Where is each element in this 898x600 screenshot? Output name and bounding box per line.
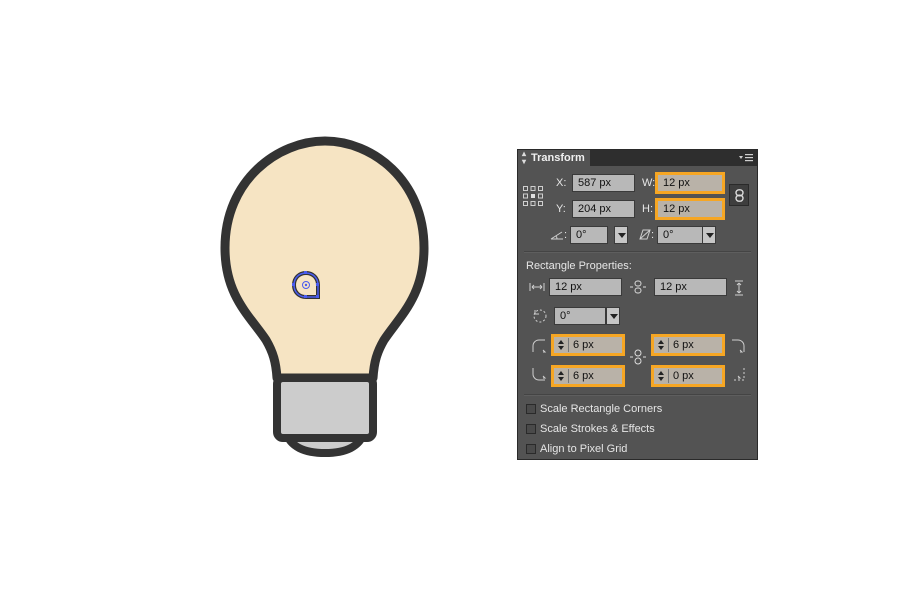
h-field[interactable]: 12 px [655, 198, 725, 220]
corner-top-left-field[interactable]: 6 px [551, 334, 625, 356]
corner-top-left-value: 6 px [573, 339, 594, 351]
panel-menu-icon[interactable] [739, 154, 753, 162]
corner-bottom-right-value: 0 px [673, 370, 694, 382]
corner-bottom-left-stepper[interactable] [555, 369, 569, 383]
corner-top-right-field[interactable]: 6 px [651, 334, 725, 356]
x-field[interactable]: 587 px [572, 174, 635, 192]
scale-strokes-effects-label[interactable]: Scale Strokes & Effects [540, 422, 655, 436]
align-to-pixel-grid-checkbox[interactable] [526, 444, 536, 454]
corner-top-left-icon [532, 339, 547, 353]
w-label: W: [642, 177, 656, 189]
transform-panel: ▴ ▾ Transform X: 587 px W: 12 px Y: 204 p… [517, 149, 758, 460]
divider [524, 394, 751, 396]
bulb-glass[interactable] [220, 136, 429, 383]
corner-bottom-left-field[interactable]: 6 px [551, 365, 625, 387]
corner-bottom-right-icon [732, 368, 745, 381]
y-label: Y: [556, 203, 566, 215]
corner-top-right-stepper[interactable] [655, 338, 669, 352]
rect-height-field[interactable]: 12 px [654, 278, 727, 296]
scale-rectangle-corners-label[interactable]: Scale Rectangle Corners [540, 402, 662, 416]
rotate-colon: : [564, 229, 568, 241]
corner-top-right-icon [732, 339, 745, 353]
corner-top-right-value: 6 px [673, 339, 694, 351]
panel-title: Transform [531, 152, 585, 164]
constrain-proportions-button[interactable] [729, 184, 749, 206]
h-label: H: [642, 203, 653, 215]
shear-field[interactable]: 0° [657, 226, 703, 244]
shear-colon: : [651, 229, 655, 241]
y-field[interactable]: 204 px [572, 200, 635, 218]
corner-bottom-left-value: 6 px [573, 370, 594, 382]
tab-transform[interactable]: ▴ ▾ Transform [518, 150, 590, 167]
rotate-field[interactable]: 0° [570, 226, 608, 244]
w-field[interactable]: 12 px [655, 172, 725, 194]
bulb-base[interactable] [273, 374, 377, 442]
align-to-pixel-grid-label[interactable]: Align to Pixel Grid [540, 442, 627, 456]
rect-rotate-dropdown-button[interactable] [606, 307, 620, 325]
scale-rectangle-corners-checkbox[interactable] [526, 404, 536, 414]
width-icon [529, 283, 545, 291]
link-corners-icon[interactable] [629, 348, 647, 366]
corner-top-left-stepper[interactable] [555, 338, 569, 352]
corner-bottom-right-stepper[interactable] [655, 369, 669, 383]
link-icon [735, 189, 744, 202]
rectangle-properties-title: Rectangle Properties: [526, 260, 632, 272]
corner-bottom-right-field[interactable]: 0 px [651, 365, 725, 387]
rotate-dropdown-button[interactable] [614, 226, 628, 244]
collapse-arrows-icon[interactable]: ▴ ▾ [522, 150, 526, 166]
height-icon [735, 280, 743, 296]
corner-bottom-left-icon [532, 368, 547, 381]
shear-dropdown-button[interactable] [702, 226, 716, 244]
reference-point-icon[interactable] [523, 186, 543, 206]
rect-rotate-field[interactable]: 0° [554, 307, 606, 325]
rect-rotate-icon [533, 309, 547, 323]
rect-width-field[interactable]: 12 px [549, 278, 622, 296]
x-label: X: [556, 177, 567, 189]
shear-icon [639, 229, 651, 240]
scale-strokes-effects-checkbox[interactable] [526, 424, 536, 434]
link-dimensions-icon[interactable] [629, 279, 647, 295]
divider [524, 251, 751, 253]
artboard[interactable] [0, 0, 898, 600]
